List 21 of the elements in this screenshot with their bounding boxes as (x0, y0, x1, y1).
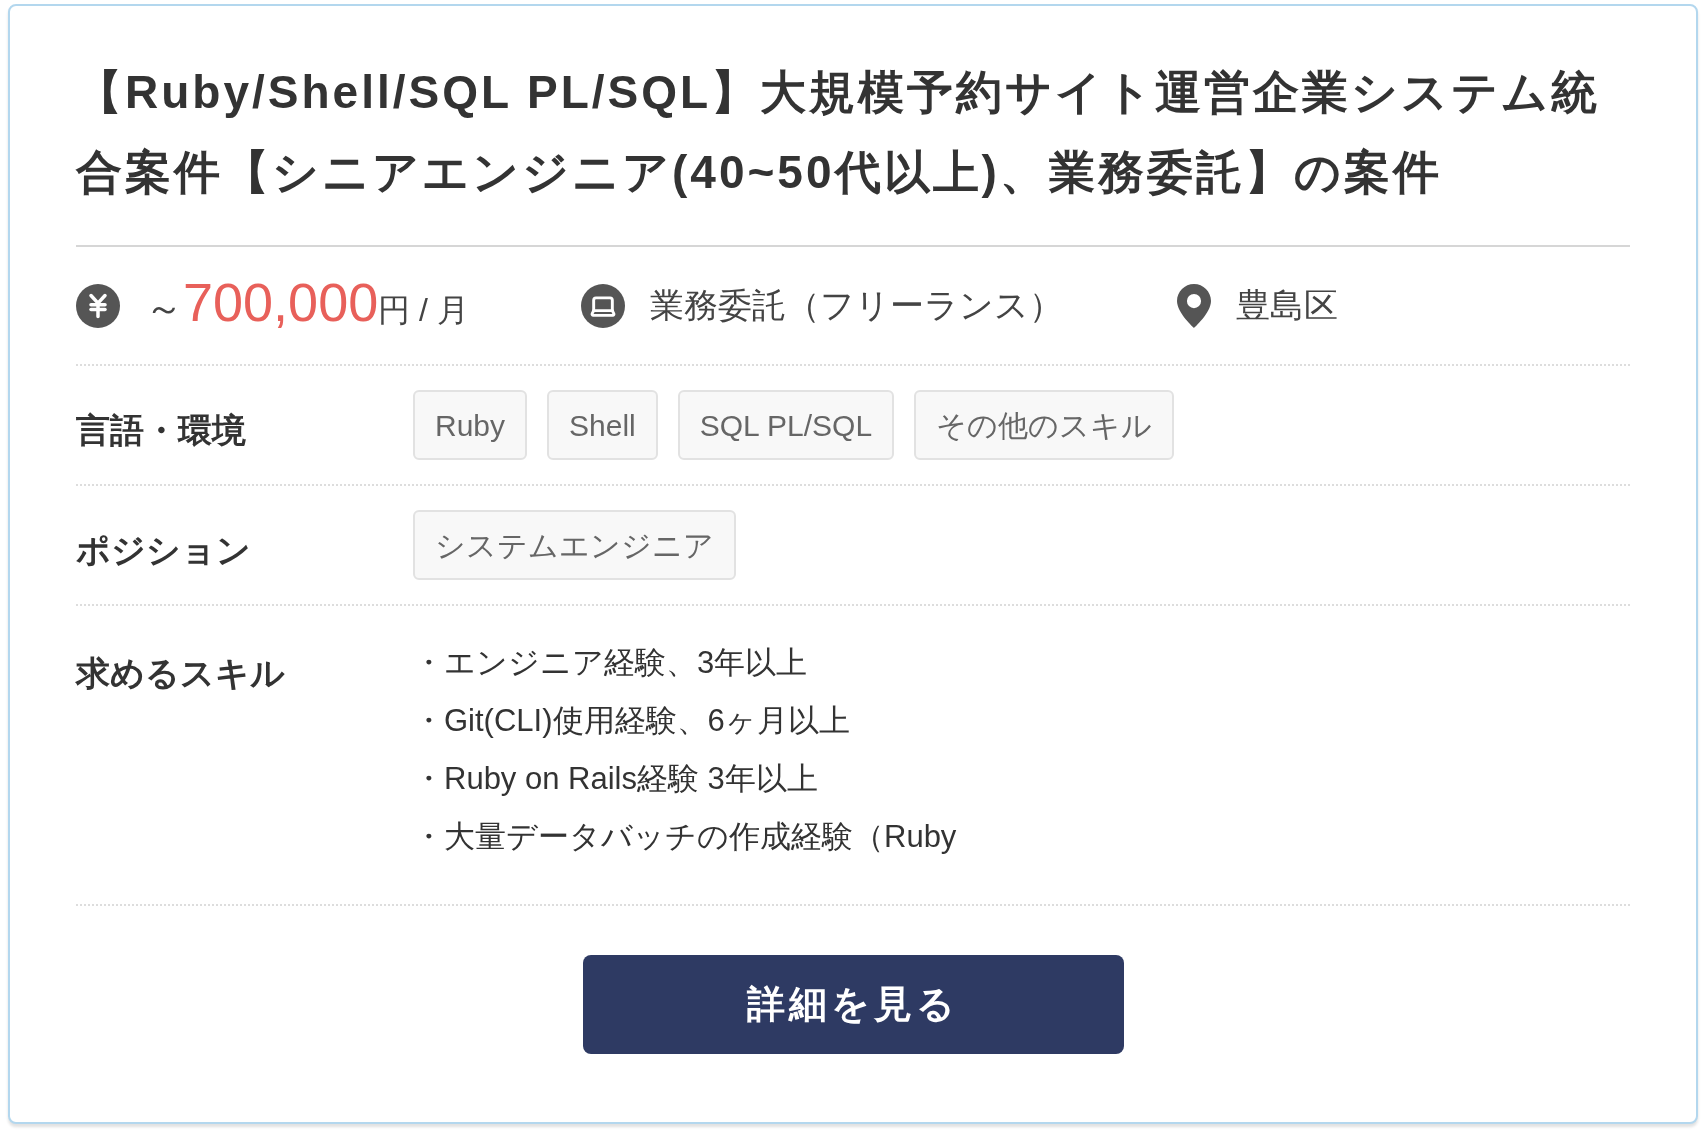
skill-requirement: ・Git(CLI)使用経験、6ヶ月以上 (413, 702, 851, 740)
skill-tag: その他のスキル (914, 390, 1175, 460)
skill-tag: Shell (547, 390, 658, 460)
skill-tag: システムエンジニア (413, 510, 736, 580)
salary-amount: 700,000 (183, 274, 379, 330)
job-title: 【Ruby/Shell/SQL PL/SQL】大規模予約サイト運営企業システム統合案件【シニアエンジニア(40~50代以上)、業務委託】の案件 (76, 65, 1602, 200)
skill-requirement: ・Ruby on Rails経験 3年以上 (413, 760, 819, 798)
skill-tag: Ruby (413, 390, 528, 460)
salary-unit: 円 / 月 (378, 291, 469, 330)
location-text: 豊島区 (1235, 285, 1338, 326)
detail-label: 言語・環境 (76, 409, 247, 451)
salary-prefix: ～ (145, 286, 183, 331)
yen-icon (76, 283, 120, 328)
detail-label: ポジション (76, 529, 252, 571)
skill-requirement: ・大量データバッチの作成経験（Ruby (413, 818, 957, 856)
map-pin-icon (1176, 283, 1211, 328)
details-button[interactable]: 詳細を見る (582, 955, 1124, 1054)
contract-type: 業務委託（フリーランス） (649, 285, 1063, 326)
skill-tag: SQL PL/SQL (677, 390, 895, 460)
skill-requirement: ・エンジニア経験、3年以上 (413, 644, 809, 682)
detail-label: 求めるスキル (76, 653, 286, 694)
